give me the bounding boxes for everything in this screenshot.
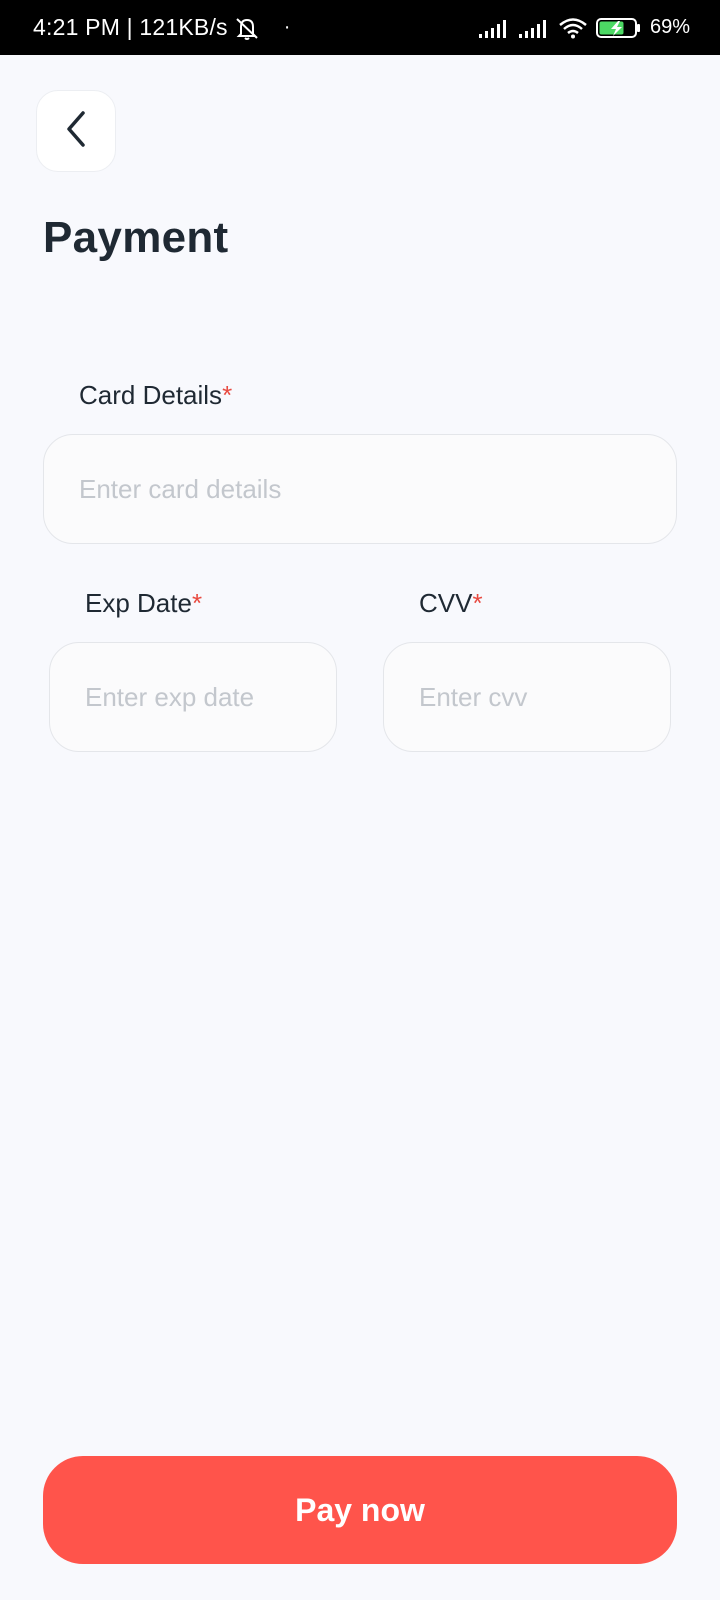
required-mark: * [222, 380, 233, 410]
status-left: 4:21 PM | 121KB/s · [33, 14, 291, 41]
exp-date-input[interactable] [50, 681, 336, 713]
status-time: 4:21 PM | 121KB/s [33, 14, 228, 40]
chevron-left-icon [61, 109, 91, 154]
cvv-label: CVV* [419, 588, 483, 619]
exp-date-field[interactable] [49, 642, 337, 752]
signal-icon [518, 18, 550, 38]
exp-date-label-text: Exp Date [85, 588, 192, 618]
card-details-label-text: Card Details [79, 380, 223, 410]
battery-percent: 69% [649, 16, 690, 38]
required-mark: * [191, 588, 203, 618]
cvv-label-text: CVV [419, 588, 473, 618]
card-details-input[interactable] [44, 473, 676, 505]
exp-date-label: Exp Date* [85, 588, 202, 619]
signal-icon [478, 18, 510, 38]
back-button[interactable] [36, 90, 116, 172]
page-title: Payment [43, 213, 229, 262]
bell-muted-icon [232, 15, 262, 41]
cvv-field[interactable] [383, 642, 671, 752]
status-bar: 4:21 PM | 121KB/s · 69% [0, 0, 720, 55]
status-right: 69% [478, 16, 690, 39]
wifi-icon [558, 17, 588, 39]
required-mark: * [472, 588, 483, 618]
battery-charging-icon [595, 17, 642, 39]
card-details-label: Card Details* [79, 380, 232, 411]
cvv-input[interactable] [384, 681, 670, 713]
card-details-field[interactable] [43, 434, 677, 544]
pay-now-button[interactable]: Pay now [43, 1456, 677, 1564]
status-dot: · [283, 16, 291, 38]
